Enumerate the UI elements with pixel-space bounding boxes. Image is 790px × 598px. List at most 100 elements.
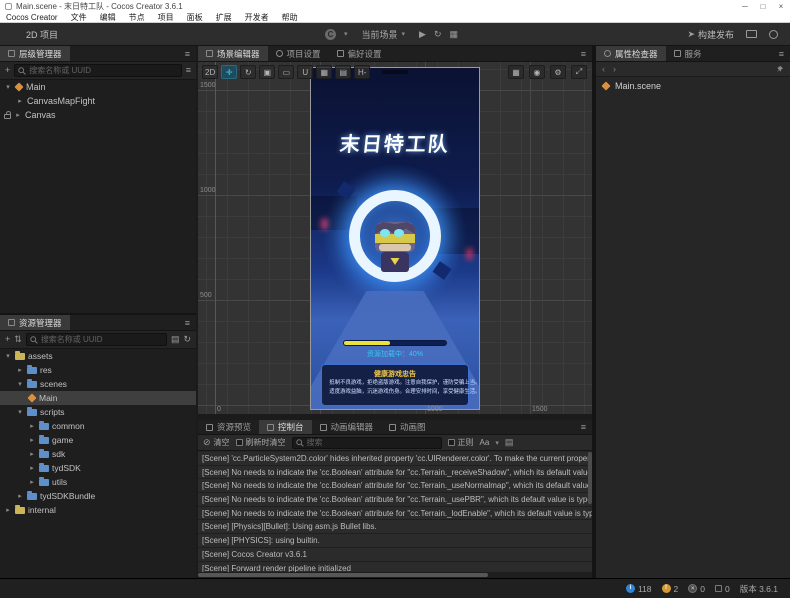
fullscreen-icon[interactable]: ⤢ xyxy=(571,65,587,79)
camera-icon[interactable]: ◉ xyxy=(529,65,545,79)
minimize-button[interactable]: ─ xyxy=(736,2,754,11)
log-row[interactable]: [Scene] Forward render pipeline initiali… xyxy=(198,562,592,573)
tab-preferences[interactable]: 偏好设置 xyxy=(329,46,390,61)
add-asset-button[interactable]: + xyxy=(5,335,10,344)
refresh-button[interactable]: ↻ xyxy=(434,29,442,40)
asset-row-common[interactable]: ▸ common xyxy=(0,419,196,433)
asset-row-game[interactable]: ▸ game xyxy=(0,433,196,447)
asset-row-scenes[interactable]: ▾ scenes xyxy=(0,377,196,391)
console-menu-icon[interactable]: ≡ xyxy=(575,420,592,434)
tab-asset-preview[interactable]: 资源预览 xyxy=(198,420,259,434)
tab-animation-graph[interactable]: 动画图 xyxy=(381,420,434,434)
history-back-icon[interactable]: ‹ xyxy=(602,64,605,74)
close-button[interactable]: × xyxy=(772,2,790,11)
rotate-tool-button[interactable]: ↻ xyxy=(240,65,256,79)
asset-row-utils[interactable]: ▸ utils xyxy=(0,475,196,489)
ui-tool-button[interactable]: U xyxy=(297,65,313,79)
chevron-collapsed-icon[interactable]: ▸ xyxy=(16,97,24,105)
chevron-expanded-icon[interactable]: ▾ xyxy=(4,83,12,91)
log-row[interactable]: [Scene] No needs to indicate the 'cc.Boo… xyxy=(198,479,592,493)
pin-icon[interactable] xyxy=(775,65,784,74)
log-row[interactable]: [Scene] [PHYSICS]: using builtin. xyxy=(198,534,592,548)
log-row[interactable]: [Scene] [Physics][Bullet]: Using asm.js … xyxy=(198,520,592,534)
error-count[interactable]: × 0 xyxy=(688,584,705,594)
tab-console[interactable]: 控制台 xyxy=(259,420,312,434)
scene-viewport[interactable]: 2D ✛ ↻ ▣ ▭ U ▦ ▤ H- ▦ ◉ ⚙ ⤢ 1500 1000 50… xyxy=(198,62,592,414)
info-count[interactable]: i 118 xyxy=(626,584,652,594)
asset-row-sdk[interactable]: ▸ sdk xyxy=(0,447,196,461)
console-search-input[interactable] xyxy=(292,437,442,449)
clear-on-refresh-checkbox[interactable]: 刷新时清空 xyxy=(236,437,286,448)
tab-service[interactable]: 服务 xyxy=(666,46,710,61)
asset-row-internal[interactable]: ▸ internal xyxy=(0,503,196,517)
log-row[interactable]: [Scene] No needs to indicate the 'cc.Boo… xyxy=(198,466,592,480)
menu-edit[interactable]: 编辑 xyxy=(100,12,116,23)
build-publish-button[interactable]: ➤ 构建发布 xyxy=(687,28,734,41)
tab-project-settings[interactable]: 项目设置 xyxy=(268,46,329,61)
2d-3d-toggle[interactable]: 2D xyxy=(202,65,218,79)
maximize-button[interactable]: □ xyxy=(754,2,772,11)
list-view-icon[interactable]: ▤ xyxy=(171,335,180,344)
asset-row-tydsdk[interactable]: ▸ tydSDK xyxy=(0,461,196,475)
hierarchy-node-canvas[interactable]: ▸ Canvas xyxy=(0,108,196,122)
scene-menu-icon[interactable]: ≡ xyxy=(575,46,592,61)
play-button[interactable]: ▶ xyxy=(419,29,426,40)
hierarchy-node-canvasmapfight[interactable]: ▸ CanvasMapFight xyxy=(0,94,196,108)
task-count[interactable]: 0 xyxy=(715,584,730,594)
move-tool-button[interactable]: ✛ xyxy=(221,65,237,79)
game-preview-canvas[interactable]: 末日特工队 资源加载中：40% xyxy=(310,67,480,410)
clear-console-button[interactable]: ⊘ 清空 xyxy=(203,437,230,448)
menu-node[interactable]: 节点 xyxy=(129,12,145,23)
asset-row-main-scene[interactable]: Main xyxy=(0,391,196,405)
asset-row-scripts[interactable]: ▾ scripts xyxy=(0,405,196,419)
asset-row-assets[interactable]: ▾ assets xyxy=(0,349,196,363)
tab-hierarchy[interactable]: 层级管理器 xyxy=(0,46,70,61)
menu-project[interactable]: 项目 xyxy=(158,12,174,23)
warning-count[interactable]: ! 2 xyxy=(662,584,679,594)
pivot-toggle-button[interactable]: ▦ xyxy=(316,65,332,79)
step-frame-button[interactable]: ▦ xyxy=(450,29,459,40)
device-preview-icon[interactable] xyxy=(746,30,757,38)
add-node-button[interactable]: + xyxy=(5,66,10,75)
filter-icon[interactable]: ≡ xyxy=(186,66,191,75)
account-icon[interactable] xyxy=(769,30,778,39)
log-row[interactable]: [Scene] 'cc.ParticleSystem2D.color' hide… xyxy=(198,452,592,466)
log-row[interactable]: [Scene] No needs to indicate the 'cc.Boo… xyxy=(198,507,592,521)
preview-target-select[interactable]: 当前场景 ▾ xyxy=(356,26,412,43)
rect-tool-button[interactable]: ▭ xyxy=(278,65,294,79)
cocos-logo-icon[interactable]: C xyxy=(325,29,336,40)
chevron-down-icon[interactable]: ▾ xyxy=(495,439,499,447)
scale-tool-button[interactable]: ▣ xyxy=(259,65,275,79)
tab-animation-editor[interactable]: 动画编辑器 xyxy=(312,420,382,434)
log-row[interactable]: [Scene] No needs to indicate the 'cc.Boo… xyxy=(198,493,592,507)
sort-icon[interactable]: ⇅ xyxy=(14,335,22,344)
menu-panel[interactable]: 面板 xyxy=(187,12,203,23)
chevron-down-icon[interactable]: ▾ xyxy=(344,30,348,38)
assets-search-input[interactable] xyxy=(26,333,167,346)
hierarchy-node-main[interactable]: ▾ Main xyxy=(0,80,196,94)
hierarchy-menu-icon[interactable]: ≡ xyxy=(179,46,196,61)
asset-row-tydsdkbundle[interactable]: ▸ tydSDKBundle xyxy=(0,489,196,503)
snap-settings-button[interactable]: H- xyxy=(354,65,370,79)
log-row[interactable]: [Scene] Cocos Creator v3.6.1 xyxy=(198,548,592,562)
export-log-icon[interactable]: ▤ xyxy=(505,438,514,447)
case-sensitive-button[interactable]: Aa xyxy=(480,438,490,447)
coord-toggle-button[interactable]: ▤ xyxy=(335,65,351,79)
console-log-list[interactable]: [Scene] 'cc.ParticleSystem2D.color' hide… xyxy=(198,452,592,572)
regex-checkbox[interactable]: 正则 xyxy=(448,437,474,448)
chevron-collapsed-icon[interactable]: ▸ xyxy=(14,111,22,119)
tab-scene-editor[interactable]: 场景编辑器 xyxy=(198,46,268,61)
tab-inspector[interactable]: 属性检查器 xyxy=(596,46,666,61)
inspector-menu-icon[interactable]: ≡ xyxy=(773,46,790,61)
menu-extension[interactable]: 扩展 xyxy=(216,12,232,23)
hierarchy-search-input[interactable] xyxy=(14,64,181,77)
lock-icon[interactable] xyxy=(4,114,11,119)
menu-help[interactable]: 帮助 xyxy=(282,12,298,23)
assets-menu-icon[interactable]: ≡ xyxy=(179,315,196,330)
inspector-selected-asset[interactable]: Main.scene xyxy=(596,77,790,94)
menu-developer[interactable]: 开发者 xyxy=(245,12,269,23)
grid-visibility-icon[interactable]: ▦ xyxy=(508,65,524,79)
refresh-icon[interactable]: ↻ xyxy=(183,335,191,344)
menu-cocos-creator[interactable]: Cocos Creator xyxy=(6,13,58,22)
tab-assets[interactable]: 资源管理器 xyxy=(0,315,70,330)
